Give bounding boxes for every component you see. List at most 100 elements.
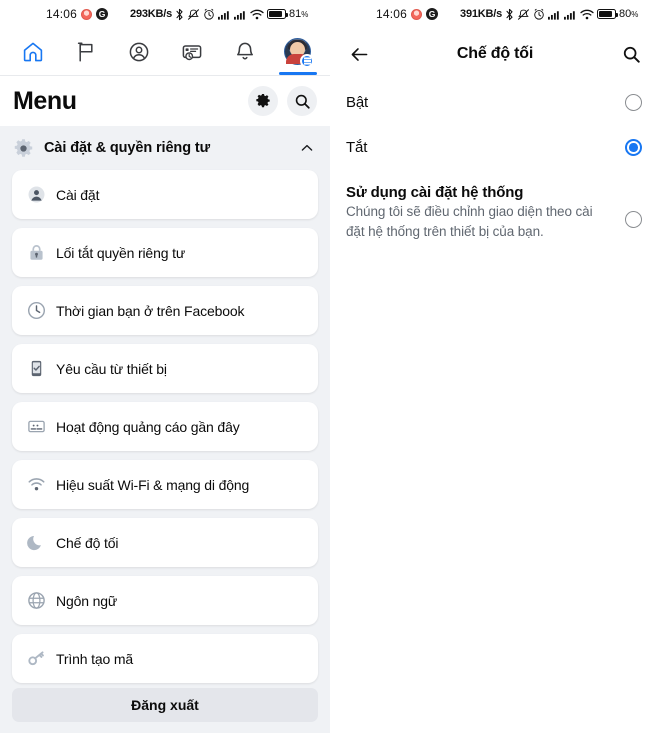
bluetooth-icon [505,8,514,21]
profile-badge-icon [26,185,46,205]
signal-bars-icon [564,9,577,20]
status-time: 14:06 [376,7,408,21]
device-phone-icon [26,359,46,379]
sidebar-item-marketplace[interactable] [169,30,215,74]
bluetooth-icon [175,8,184,21]
wifi-icon [26,475,46,495]
battery-percent: 80% [619,8,639,20]
section-header-settings-privacy[interactable]: Cài đặt & quyền riêng tư [0,126,330,170]
battery-percent: 81% [289,8,309,20]
status-bar-left: 14:06 G 293KB/s 81% [0,0,330,28]
list-item-label: Lối tắt quyền riêng tư [56,244,186,261]
back-button[interactable] [346,41,372,67]
list-item[interactable]: Cài đặt [12,170,318,219]
battery-icon [597,9,619,19]
home-icon [23,42,42,61]
page-title: Menu [13,86,77,115]
left-panel-facebook-menu: 14:06 G 293KB/s 81% Menu Cài đặt & quyền… [0,0,330,733]
list-item-label: Ngôn ngữ [56,592,118,609]
moon-icon [26,533,46,553]
wifi-icon [580,9,594,20]
avatar-menu-icon [284,38,314,68]
option-title: Sử dụng cài đặt hệ thống [346,184,524,201]
signal-bars-icon [234,9,247,20]
list-item[interactable]: Hiệu suất Wi-Fi & mạng di động [12,460,318,509]
menu-header: Menu [0,76,330,126]
lock-icon [26,243,46,263]
radio-button-selected[interactable] [625,139,642,156]
clock-icon [26,301,46,321]
status-data-rate: 391KB/s [460,8,503,20]
emoji-face-icon [81,8,93,20]
search-button[interactable] [618,41,644,67]
sidebar-item-notifications[interactable] [222,30,268,74]
status-bar-right: 14:06 G 391KB/s 80% [330,0,660,28]
list-item[interactable]: Yêu cầu từ thiết bị [12,344,318,393]
radio-button[interactable] [625,94,642,111]
bell-icon [236,42,253,59]
facebook-tab-bar [0,28,330,76]
list-item[interactable]: Lối tắt quyền riêng tư [12,228,318,277]
radio-button[interactable] [625,211,642,228]
option-title: Tắt [346,139,368,156]
section-title: Cài đặt & quyền riêng tư [44,140,211,156]
search-icon [295,94,310,109]
google-g-icon: G [426,8,439,20]
back-arrow-icon [351,47,367,61]
screenshot-root: 14:06 G 293KB/s 81% Menu Cài đặt & quyền… [0,0,660,733]
hamburger-badge-icon [300,54,314,68]
battery-icon [267,9,289,19]
dark-mode-options: Bật Tắt Sử dụng cài đặt hệ thống Chúng t… [330,80,660,241]
menu-card-list: Cài đặt Lối tắt quyền riêng tư Thời gian… [0,170,330,683]
radio-option-system[interactable]: Sử dụng cài đặt hệ thống Chúng tôi sẽ đi… [330,175,660,241]
sidebar-item-home[interactable] [10,30,56,74]
menu-body: Cài đặt & quyền riêng tư Cài đặt Lối tắt… [0,126,330,733]
list-item[interactable]: Hoạt động quảng cáo gần đây [12,402,318,451]
ad-activity-icon [26,417,46,437]
radio-option-on[interactable]: Bật [330,84,660,121]
settings-button[interactable] [248,86,278,116]
gear-icon [12,137,34,159]
option-description: Chúng tôi sẽ điều chỉnh giao diện theo c… [346,204,593,239]
status-time: 14:06 [46,7,78,21]
mute-icon [187,8,200,21]
page-title: Chế độ tối [456,45,534,62]
google-g-icon: G [96,8,109,20]
signal-bars-icon [218,9,231,20]
sidebar-item-pages[interactable] [63,30,109,74]
status-data-rate: 293KB/s [130,8,173,20]
list-item-label: Thời gian bạn ở trên Facebook [56,302,245,319]
alarm-icon [533,8,545,20]
list-item-label: Chế độ tối [56,534,119,551]
list-item-label: Hiệu suất Wi-Fi & mạng di động [56,476,250,493]
gear-icon [256,93,270,108]
alarm-icon [203,8,215,20]
list-item-label: Hoạt động quảng cáo gần đây [56,418,240,435]
profile-circle-icon [129,42,148,61]
logout-label: Đăng xuất [131,697,199,713]
logout-button[interactable]: Đăng xuất [12,688,318,722]
mute-icon [517,8,530,21]
list-item-label: Yêu cầu từ thiết bị [56,360,167,377]
globe-icon [26,591,46,611]
option-title: Bật [346,94,369,111]
wifi-icon [250,9,264,20]
chevron-up-icon[interactable] [300,141,314,155]
key-icon [26,649,46,669]
sidebar-item-friends[interactable] [116,30,162,74]
list-item[interactable]: Trình tạo mã [12,634,318,683]
list-item[interactable]: Thời gian bạn ở trên Facebook [12,286,318,335]
flag-icon [77,41,93,62]
dark-mode-header: Chế độ tối [330,28,660,80]
search-button[interactable] [287,86,317,116]
radio-option-off[interactable]: Tắt [330,129,660,166]
search-icon [623,46,640,63]
active-tab-indicator [278,71,317,75]
list-item-label: Cài đặt [56,186,100,203]
right-panel-dark-mode-settings: 14:06 G 391KB/s 80% Chế độ tối Bật Tắt S… [330,0,660,733]
signal-bars-icon [548,9,561,20]
sidebar-item-menu[interactable] [275,30,321,75]
marketplace-card-icon [182,44,201,60]
list-item[interactable]: Ngôn ngữ [12,576,318,625]
list-item[interactable]: Chế độ tối [12,518,318,567]
